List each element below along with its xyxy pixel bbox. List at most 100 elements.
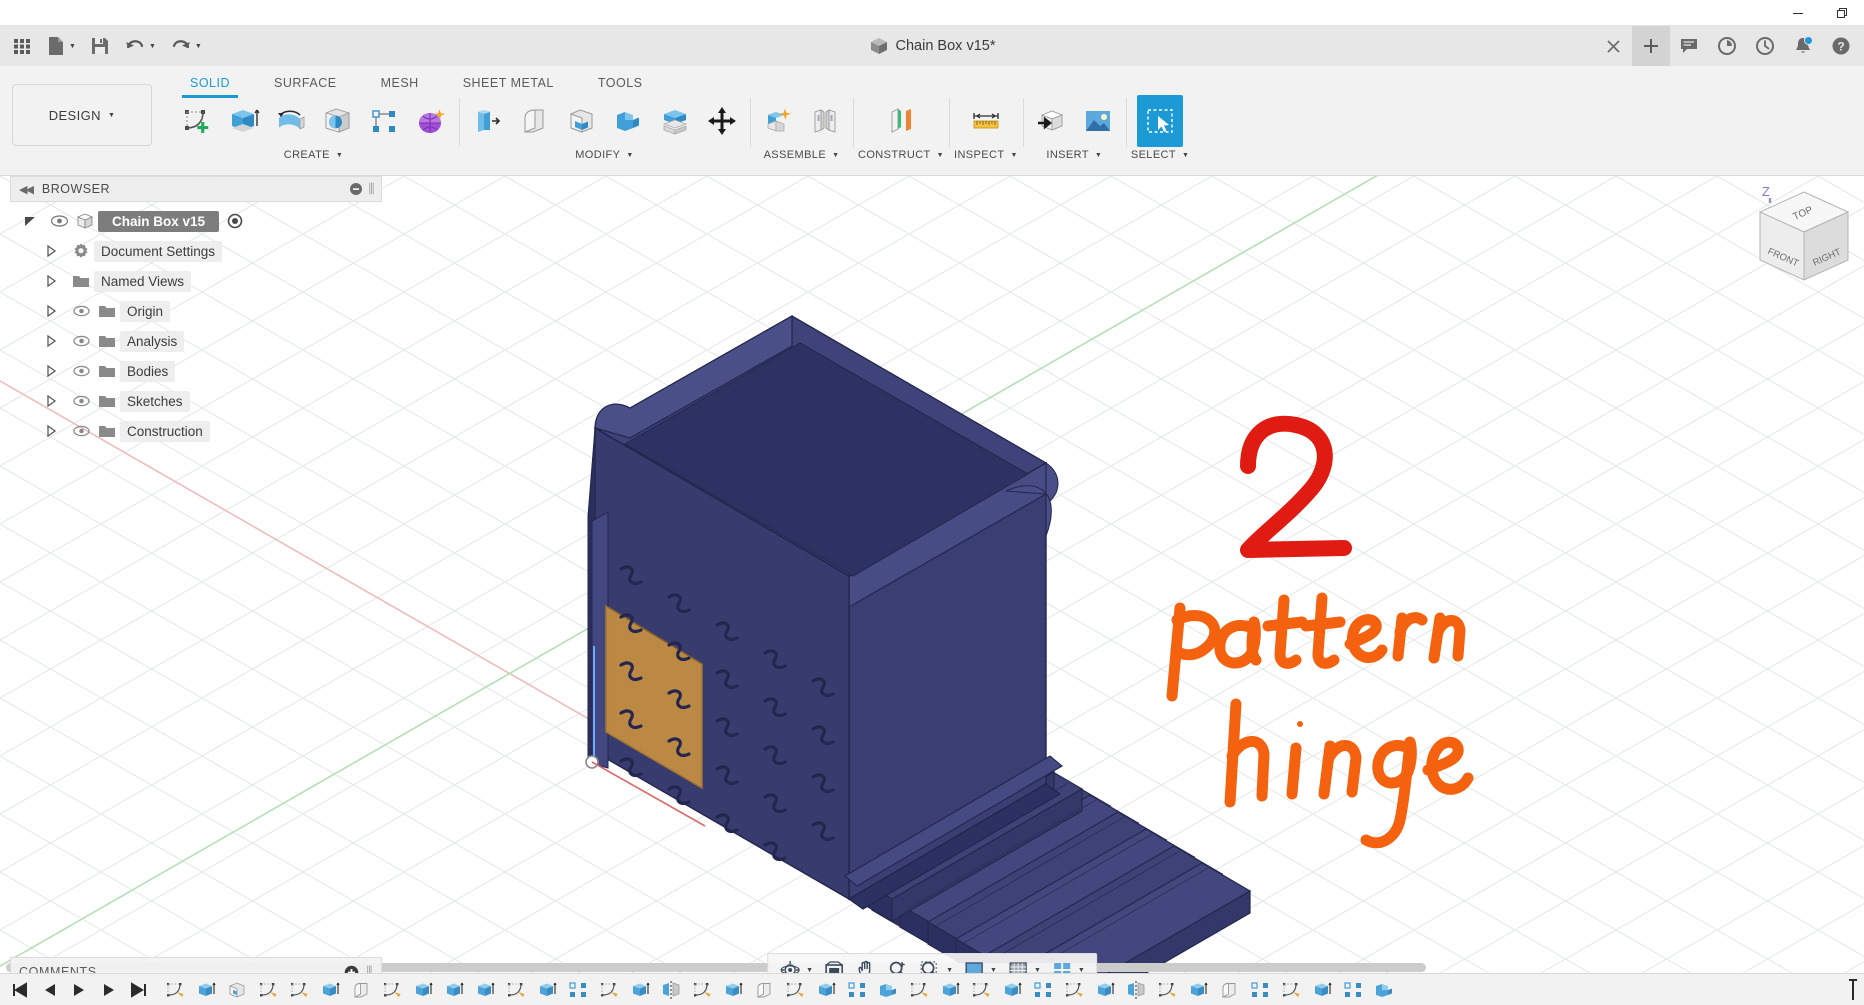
browser-panel[interactable]: ◀◀ BROWSER ⫼ Chain Box v15 Document Sett… bbox=[10, 176, 382, 446]
new-component-icon[interactable] bbox=[755, 95, 801, 147]
timeline-extrude-icon[interactable] bbox=[811, 975, 841, 1005]
press-pull-icon[interactable] bbox=[464, 95, 510, 147]
tab-mesh[interactable]: MESH bbox=[359, 72, 441, 95]
file-icon[interactable]: ▼ bbox=[40, 29, 82, 63]
view-cube[interactable]: Z TOP FRONT RIGHT bbox=[1748, 180, 1860, 300]
undo-icon[interactable]: ▼ bbox=[118, 29, 162, 63]
fillet-icon[interactable] bbox=[511, 95, 557, 147]
ribbon-group-modify-label[interactable]: MODIFY ▼ bbox=[575, 149, 634, 161]
timeline-feature-list[interactable] bbox=[160, 975, 1399, 1005]
timeline-extrude-icon[interactable] bbox=[1090, 975, 1120, 1005]
maximize-restore-button[interactable] bbox=[1820, 0, 1864, 26]
browser-resize-handle[interactable]: ⫼ bbox=[369, 181, 375, 197]
minimize-button[interactable] bbox=[1776, 0, 1820, 26]
pattern-icon[interactable] bbox=[361, 95, 407, 147]
timeline-sketch-icon[interactable] bbox=[904, 975, 934, 1005]
comments-icon[interactable] bbox=[1670, 26, 1708, 66]
tab-tools[interactable]: TOOLS bbox=[576, 72, 665, 95]
tree-row-origin[interactable]: Origin bbox=[10, 296, 382, 326]
tree-row-sketches[interactable]: Sketches bbox=[10, 386, 382, 416]
tab-surface[interactable]: SURFACE bbox=[252, 72, 359, 95]
timeline-mirror-icon[interactable] bbox=[656, 975, 686, 1005]
extrude-icon[interactable] bbox=[220, 95, 266, 147]
timeline-sketch-icon[interactable] bbox=[1276, 975, 1306, 1005]
timeline-pattern-icon[interactable] bbox=[1028, 975, 1058, 1005]
visibility-eye-icon[interactable] bbox=[68, 395, 94, 407]
visibility-eye-icon[interactable] bbox=[68, 365, 94, 377]
workspace-selector[interactable]: DESIGN ▼ bbox=[12, 84, 152, 146]
canvas-image-icon[interactable] bbox=[1075, 95, 1121, 147]
insert-derive-icon[interactable] bbox=[1028, 95, 1074, 147]
timeline-extrude-icon[interactable] bbox=[935, 975, 965, 1005]
ribbon-group-inspect-label[interactable]: INSPECT ▼ bbox=[954, 149, 1018, 161]
measure-icon[interactable] bbox=[963, 95, 1009, 147]
timeline-sketch-icon[interactable] bbox=[594, 975, 624, 1005]
expand-arrow-icon[interactable] bbox=[46, 275, 68, 287]
browser-minus-icon[interactable] bbox=[349, 182, 363, 196]
close-tab-icon[interactable] bbox=[1594, 26, 1632, 66]
create-sketch-icon[interactable] bbox=[173, 95, 219, 147]
timeline-sketch-icon[interactable] bbox=[1152, 975, 1182, 1005]
expand-arrow-icon[interactable] bbox=[46, 395, 68, 407]
timeline-extrude-icon[interactable] bbox=[191, 975, 221, 1005]
tree-row-construction[interactable]: Construction bbox=[10, 416, 382, 446]
timeline-mirror-icon[interactable] bbox=[1121, 975, 1151, 1005]
timeline-last-icon[interactable] bbox=[124, 975, 154, 1005]
sphere-icon[interactable] bbox=[314, 95, 360, 147]
timeline-pattern-icon[interactable] bbox=[1245, 975, 1275, 1005]
viewport-canvas[interactable]: ◀◀ BROWSER ⫼ Chain Box v15 Document Sett… bbox=[0, 176, 1864, 1005]
expand-arrow-icon[interactable] bbox=[46, 245, 68, 257]
ribbon-group-create-label[interactable]: CREATE ▼ bbox=[284, 149, 344, 161]
tree-row-named-views[interactable]: Named Views bbox=[10, 266, 382, 296]
recent-icon[interactable] bbox=[1746, 26, 1784, 66]
timeline-fillet-icon[interactable] bbox=[749, 975, 779, 1005]
question-icon[interactable]: ? bbox=[1822, 26, 1860, 66]
visibility-eye-icon[interactable] bbox=[46, 215, 72, 227]
redo-icon[interactable]: ▼ bbox=[164, 29, 208, 63]
visibility-eye-icon[interactable] bbox=[68, 305, 94, 317]
expand-arrow-icon[interactable] bbox=[46, 305, 68, 317]
timeline-sketch-icon[interactable] bbox=[780, 975, 810, 1005]
split-body-icon[interactable] bbox=[652, 95, 698, 147]
timeline-pattern-icon[interactable] bbox=[563, 975, 593, 1005]
timeline-combine-icon[interactable] bbox=[1369, 975, 1399, 1005]
timeline-shell-icon[interactable] bbox=[222, 975, 252, 1005]
save-icon[interactable] bbox=[84, 29, 116, 63]
timeline-pattern-icon[interactable] bbox=[1338, 975, 1368, 1005]
timeline-extrude-icon[interactable] bbox=[532, 975, 562, 1005]
timeline-extrude-icon[interactable] bbox=[1183, 975, 1213, 1005]
timeline-combine-icon[interactable] bbox=[873, 975, 903, 1005]
timeline-sketch-icon[interactable] bbox=[284, 975, 314, 1005]
timeline-end-marker[interactable] bbox=[1846, 978, 1864, 1001]
select-icon[interactable] bbox=[1137, 95, 1184, 147]
timeline-extrude-icon[interactable] bbox=[439, 975, 469, 1005]
expand-arrow-icon[interactable] bbox=[46, 425, 68, 437]
expand-arrow-icon[interactable] bbox=[46, 335, 68, 347]
move-copy-icon[interactable] bbox=[699, 95, 745, 147]
revolve-icon[interactable] bbox=[267, 95, 313, 147]
timeline-sketch-icon[interactable] bbox=[687, 975, 717, 1005]
expand-arrow-icon[interactable] bbox=[24, 215, 46, 227]
help-search-icon[interactable] bbox=[1708, 26, 1746, 66]
timeline-sketch-icon[interactable] bbox=[501, 975, 531, 1005]
shell-icon[interactable] bbox=[558, 95, 604, 147]
tree-row-analysis[interactable]: Analysis bbox=[10, 326, 382, 356]
timeline-extrude-icon[interactable] bbox=[625, 975, 655, 1005]
form-icon[interactable] bbox=[408, 95, 454, 147]
timeline-sketch-icon[interactable] bbox=[160, 975, 190, 1005]
timeline-sketch-icon[interactable] bbox=[966, 975, 996, 1005]
tree-row-bodies[interactable]: Bodies bbox=[10, 356, 382, 386]
timeline-fillet-icon[interactable] bbox=[1214, 975, 1244, 1005]
timeline-extrude-icon[interactable] bbox=[470, 975, 500, 1005]
timeline-prev-icon[interactable] bbox=[34, 975, 64, 1005]
timeline-extrude-icon[interactable] bbox=[315, 975, 345, 1005]
visibility-eye-icon[interactable] bbox=[68, 425, 94, 437]
new-tab-icon[interactable] bbox=[1632, 26, 1670, 66]
expand-arrow-icon[interactable] bbox=[46, 365, 68, 377]
timeline-extrude-icon[interactable] bbox=[718, 975, 748, 1005]
timeline-sketch-icon[interactable] bbox=[1059, 975, 1089, 1005]
timeline-sketch-icon[interactable] bbox=[377, 975, 407, 1005]
activate-radio-icon[interactable] bbox=[227, 213, 243, 229]
timeline-pattern-icon[interactable] bbox=[842, 975, 872, 1005]
ribbon-group-select-label[interactable]: SELECT ▼ bbox=[1131, 149, 1190, 161]
